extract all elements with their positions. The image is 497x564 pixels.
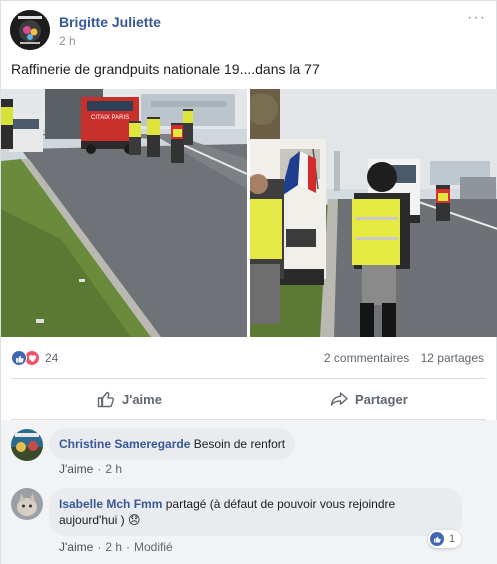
comment-author[interactable]: Isabelle Mch Fmm [59,497,162,511]
comment-time[interactable]: 2 h [105,462,122,476]
comments-count-link[interactable]: 2 commentaires [324,351,409,365]
sad-emoji: 😞 [128,513,141,527]
like-button[interactable]: J'aime [97,385,162,413]
like-button-label: J'aime [122,391,162,407]
comment-avatar[interactable] [11,488,43,520]
post-photo-1[interactable]: CITAIX PARIS [1,89,247,337]
comment-reactions[interactable]: 1 [428,530,462,548]
comment-bubble: Isabelle Mch Fmm partagé (à défaut de po… [49,488,462,536]
reaction-summary[interactable]: 24 [11,350,58,366]
shares-count-link[interactable]: 12 partages [421,351,484,365]
comment-avatar[interactable] [11,429,43,461]
comment-time[interactable]: 2 h [105,540,122,554]
comment-reaction-count: 1 [449,533,456,545]
share-button[interactable]: Partager [330,385,408,413]
comment-meta: J'aime · 2 h · Modifié [59,540,173,554]
comment-bubble: Christine Sameregarde Besoin de renfort [49,428,296,460]
comment-author[interactable]: Christine Sameregarde [59,437,190,451]
truck-label: CITAIX PARIS [91,115,129,121]
share-button-label: Partager [355,391,408,407]
comment-meta: J'aime · 2 h [59,462,122,476]
like-reaction-icon [11,350,27,366]
engagement-stats: 2 commentaires 12 partages [324,351,484,365]
comment-like-link[interactable]: J'aime [59,462,93,476]
thumbs-up-outline-icon [97,391,114,408]
comment-edited-label[interactable]: Modifié [134,540,173,554]
post-photo-2[interactable] [250,89,497,337]
ellipsis-icon[interactable]: ··· [467,9,486,27]
post-text: Raffinerie de grandpuits nationale 19...… [11,61,320,77]
post-timestamp[interactable]: 2 h [59,34,76,48]
comment-text: Besoin de renfort [193,437,286,451]
facebook-post-card: Brigitte Juliette 2 h ··· Raffinerie de … [0,0,497,564]
divider [11,378,486,379]
share-arrow-icon [330,392,348,406]
like-reaction-icon [430,532,444,546]
comments-section: Christine Sameregarde Besoin de renfort … [1,420,497,564]
post-author-name[interactable]: Brigitte Juliette [59,14,161,30]
author-avatar[interactable] [10,10,50,50]
comment-like-link[interactable]: J'aime [59,540,93,554]
reaction-count: 24 [45,351,59,365]
